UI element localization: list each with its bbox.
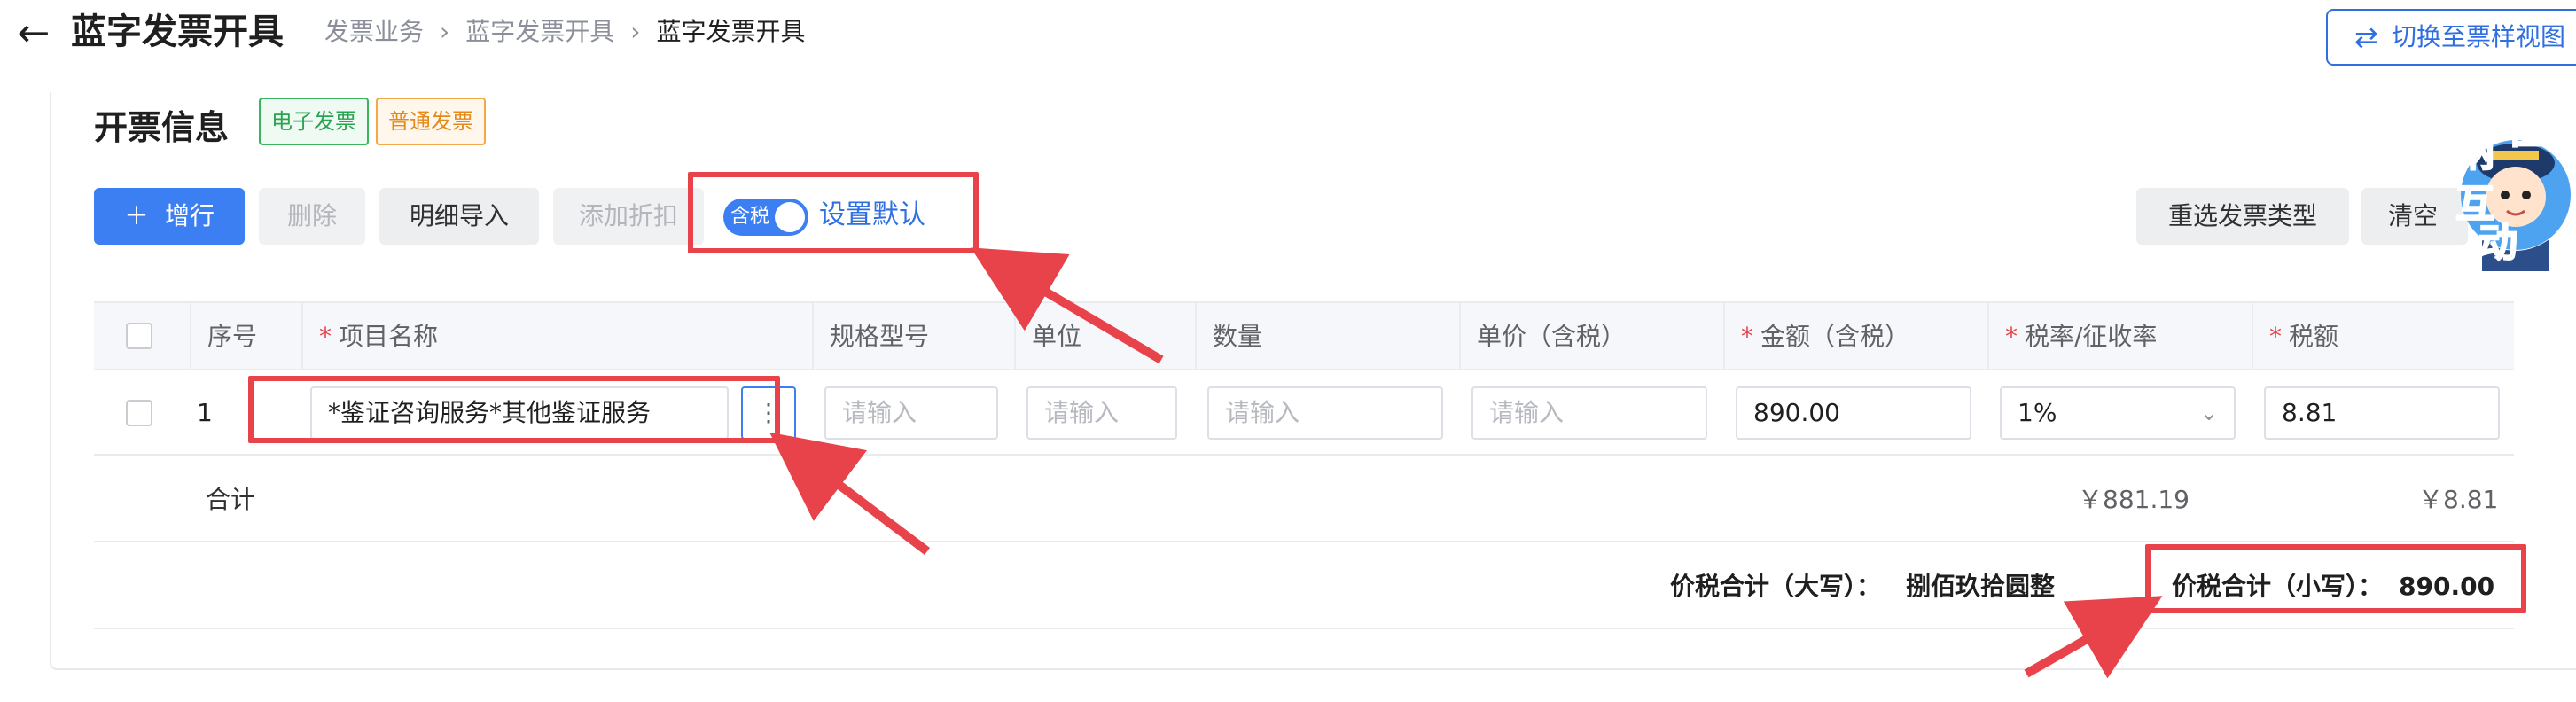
arrow-to-item-name xyxy=(769,432,931,555)
arrow-to-toggle xyxy=(971,247,1164,364)
annotation-arrows xyxy=(769,247,2163,679)
arrow-to-total xyxy=(2024,596,2163,679)
